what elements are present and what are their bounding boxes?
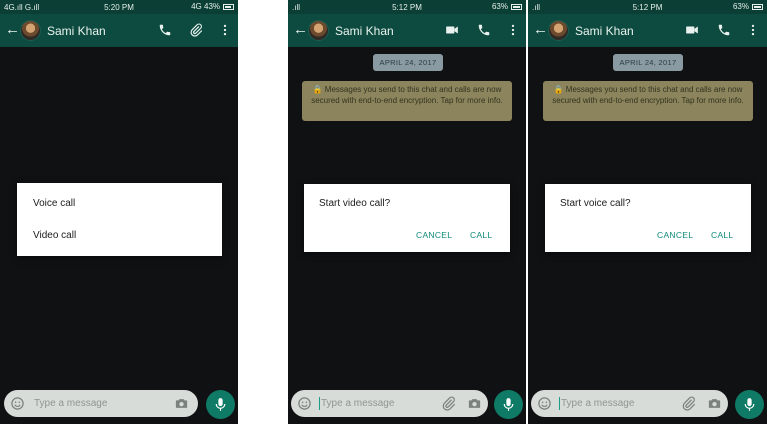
- phone-screen-call-menu: 4G.ıll G.ıll 5:20 PM 4G 43% ← Sami Khan …: [0, 0, 238, 424]
- camera-icon[interactable]: [174, 396, 189, 411]
- status-right: 63%: [492, 2, 522, 11]
- status-time: 5:12 PM: [632, 3, 663, 12]
- start-video-call-dialog: Start video call? CANCEL CALL: [304, 184, 510, 252]
- text-cursor: [559, 397, 560, 410]
- message-input[interactable]: Type a message: [34, 398, 107, 409]
- paperclip-icon[interactable]: [441, 396, 456, 411]
- encryption-notice[interactable]: 🔒 Messages you send to this chat and cal…: [302, 81, 512, 121]
- call-type-menu: Voice call Video call: [17, 183, 222, 256]
- paperclip-icon[interactable]: [189, 23, 203, 37]
- mic-button[interactable]: [494, 390, 523, 419]
- mic-button[interactable]: [735, 390, 764, 419]
- dialog-title: Start voice call?: [560, 198, 631, 209]
- text-cursor: [319, 397, 320, 410]
- battery-percent: 63%: [732, 2, 749, 11]
- menu-item-voice-call[interactable]: Voice call: [33, 198, 75, 209]
- chat-header: ← Sami Khan: [288, 14, 526, 47]
- back-arrow-icon[interactable]: ←: [5, 21, 20, 39]
- contact-name[interactable]: Sami Khan: [575, 24, 634, 38]
- phone-icon[interactable]: [717, 23, 731, 37]
- battery-percent: 63%: [491, 2, 508, 11]
- paperclip-icon[interactable]: [681, 396, 696, 411]
- camera-icon[interactable]: [467, 396, 482, 411]
- contact-name[interactable]: Sami Khan: [335, 24, 394, 38]
- video-camera-icon[interactable]: [685, 23, 699, 37]
- cancel-button[interactable]: CANCEL: [657, 230, 693, 240]
- avatar[interactable]: [20, 20, 41, 41]
- status-bar: .ıll 5:12 PM 63%: [288, 0, 526, 14]
- avatar[interactable]: [548, 20, 569, 41]
- more-vert-icon[interactable]: [746, 23, 760, 37]
- phone-screen-voice-call-dialog: .ıll 5:12 PM 63% ← Sami Khan APRIL 24, 2…: [528, 0, 767, 424]
- status-bar: 4G.ıll G.ıll 5:20 PM 4G 43%: [0, 0, 238, 14]
- phone-icon[interactable]: [477, 23, 491, 37]
- back-arrow-icon[interactable]: ←: [533, 21, 548, 39]
- battery-percent: 4G 43%: [191, 2, 220, 11]
- message-composer: Type a message: [531, 390, 728, 417]
- phone-icon[interactable]: [158, 23, 172, 37]
- cancel-button[interactable]: CANCEL: [416, 230, 452, 240]
- more-vert-icon[interactable]: [218, 23, 232, 37]
- contact-name[interactable]: Sami Khan: [47, 24, 106, 38]
- call-button[interactable]: CALL: [470, 230, 492, 240]
- message-input[interactable]: Type a message: [321, 398, 394, 409]
- battery-icon: [223, 3, 234, 10]
- date-chip: APRIL 24, 2017: [613, 54, 683, 71]
- battery-icon: [511, 3, 522, 10]
- camera-icon[interactable]: [707, 396, 722, 411]
- mic-button[interactable]: [206, 390, 235, 419]
- call-button[interactable]: CALL: [711, 230, 733, 240]
- back-arrow-icon[interactable]: ←: [293, 21, 308, 39]
- more-vert-icon[interactable]: [506, 23, 520, 37]
- mic-icon: [503, 398, 514, 411]
- status-right: 63%: [733, 2, 763, 11]
- emoji-icon[interactable]: [10, 396, 25, 411]
- encryption-notice[interactable]: 🔒 Messages you send to this chat and cal…: [543, 81, 753, 121]
- mic-icon: [215, 398, 226, 411]
- mic-icon: [744, 398, 755, 411]
- status-right: 4G 43%: [191, 2, 234, 11]
- video-camera-icon[interactable]: [445, 23, 459, 37]
- status-time: 5:12 PM: [392, 3, 422, 12]
- status-bar: .ıll 5:12 PM 63%: [528, 0, 767, 14]
- date-chip: APRIL 24, 2017: [373, 54, 443, 71]
- chat-header: ← Sami Khan: [0, 14, 238, 47]
- message-composer: Type a message: [4, 390, 198, 417]
- menu-item-video-call[interactable]: Video call: [33, 230, 76, 241]
- battery-icon: [752, 3, 763, 10]
- message-composer: Type a message: [291, 390, 488, 417]
- chat-header: ← Sami Khan: [528, 14, 767, 47]
- phone-screen-video-call-dialog: .ıll 5:12 PM 63% ← Sami Khan APRIL 24, 2…: [288, 0, 526, 424]
- avatar[interactable]: [308, 20, 329, 41]
- message-input[interactable]: Type a message: [561, 398, 634, 409]
- emoji-icon[interactable]: [297, 396, 312, 411]
- start-voice-call-dialog: Start voice call? CANCEL CALL: [545, 184, 751, 252]
- dialog-title: Start video call?: [319, 198, 391, 209]
- emoji-icon[interactable]: [537, 396, 552, 411]
